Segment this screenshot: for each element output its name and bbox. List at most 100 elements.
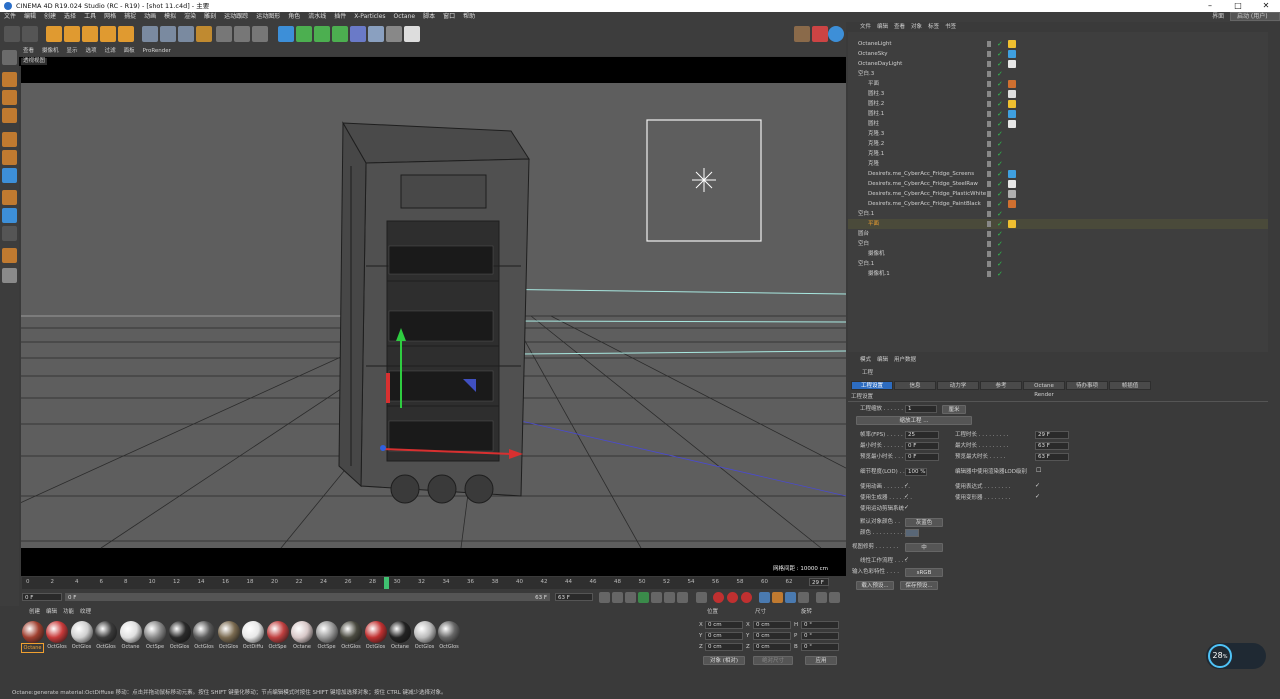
menu-item-20[interactable]: 帮助 xyxy=(459,12,479,22)
input-color-dropdown[interactable]: sRGB xyxy=(905,568,943,577)
pos-input[interactable]: 0 cm xyxy=(705,643,743,651)
menu-item-8[interactable]: 模拟 xyxy=(160,12,180,22)
rot-input[interactable]: 0 ° xyxy=(801,632,839,640)
material-item[interactable]: OctGlos xyxy=(438,621,461,651)
visibility-toggle[interactable] xyxy=(987,221,991,227)
object-row[interactable]: OctaneLight ✓ xyxy=(848,39,1268,49)
material-item[interactable]: OctGlos xyxy=(46,621,69,651)
visibility-toggle[interactable] xyxy=(987,111,991,117)
object-row[interactable]: Desirefx.me_CyberAcc_Fridge_Screens ✓ xyxy=(848,169,1268,179)
texture-mode-icon[interactable] xyxy=(2,90,17,105)
max-time-input[interactable]: 63 F xyxy=(1035,442,1069,450)
key-param-icon[interactable] xyxy=(798,592,809,603)
scale-input[interactable]: 1 xyxy=(905,405,937,413)
select-tool-icon[interactable] xyxy=(46,26,62,42)
record-icon[interactable] xyxy=(713,592,724,603)
sculpt-icon[interactable] xyxy=(2,248,17,263)
use-expressions-checkbox[interactable]: ✓ xyxy=(1035,482,1040,489)
y-axis-icon[interactable] xyxy=(160,26,176,42)
object-row[interactable]: Desirefx.me_CyberAcc_Fridge_PaintBlack ✓ xyxy=(848,199,1268,209)
object-row[interactable]: 克隆 ✓ xyxy=(848,159,1268,169)
attribute-menu-2[interactable]: 用户数据 xyxy=(894,357,916,363)
enable-check[interactable]: ✓ xyxy=(997,229,1003,239)
enable-check[interactable]: ✓ xyxy=(997,259,1003,269)
menu-item-3[interactable]: 选择 xyxy=(60,12,80,22)
material-item[interactable]: OctGlos xyxy=(364,621,387,651)
enable-check[interactable]: ✓ xyxy=(997,219,1003,229)
visibility-toggle[interactable] xyxy=(987,231,991,237)
object-tag-icon[interactable] xyxy=(1008,100,1016,108)
enable-check[interactable]: ✓ xyxy=(997,99,1003,109)
material-item[interactable]: OctDiffu xyxy=(242,621,265,651)
material-menu-0[interactable]: 创建 xyxy=(29,609,40,615)
visibility-toggle[interactable] xyxy=(987,181,991,187)
start-frame-field[interactable]: 0 F xyxy=(22,593,62,601)
redo-icon[interactable] xyxy=(22,26,38,42)
material-item[interactable]: Octane xyxy=(119,621,142,651)
menu-item-1[interactable]: 编辑 xyxy=(20,12,40,22)
keyframe-selection-icon[interactable] xyxy=(741,592,752,603)
workplane-icon[interactable] xyxy=(2,108,17,123)
object-row[interactable]: 圆台 ✓ xyxy=(848,229,1268,239)
edges-mode-icon[interactable] xyxy=(2,150,17,165)
minimize-icon[interactable]: – xyxy=(1196,0,1224,12)
use-deformers-checkbox[interactable]: ✓ xyxy=(1035,493,1040,500)
next-frame-icon[interactable] xyxy=(651,592,662,603)
light-icon[interactable] xyxy=(404,26,420,42)
visibility-toggle[interactable] xyxy=(987,241,991,247)
menu-item-0[interactable]: 文件 xyxy=(0,12,20,22)
pos-input[interactable]: 0 cm xyxy=(705,621,743,629)
visibility-toggle[interactable] xyxy=(987,81,991,87)
menu-item-11[interactable]: 运动跟踪 xyxy=(220,12,252,22)
scale-unit-dropdown[interactable]: 厘米 xyxy=(942,405,966,414)
points-mode-icon[interactable] xyxy=(2,132,17,147)
tweak-icon[interactable] xyxy=(2,208,17,223)
object-row[interactable]: 摄像机.1 ✓ xyxy=(848,269,1268,279)
object-tag-icon[interactable] xyxy=(1008,110,1016,118)
pen-icon[interactable] xyxy=(296,26,312,42)
visibility-toggle[interactable] xyxy=(987,151,991,157)
material-item[interactable]: Octane xyxy=(389,621,412,651)
viewport-menu-3[interactable]: 选项 xyxy=(82,48,101,54)
object-tag-icon[interactable] xyxy=(1008,80,1016,88)
attribute-menu-1[interactable]: 编辑 xyxy=(877,357,888,363)
viewport-menu-5[interactable]: 面板 xyxy=(120,48,139,54)
default-color-dropdown[interactable]: 灰蓝色 xyxy=(905,518,943,527)
prev-frame-icon[interactable] xyxy=(625,592,636,603)
min-time-input[interactable]: 0 F xyxy=(905,442,939,450)
object-row[interactable]: 摄像机 ✓ xyxy=(848,249,1268,259)
material-menu-2[interactable]: 功能 xyxy=(63,609,74,615)
timeline-ruler[interactable]: 0 2 4 6 8 10 12 14 16 18 20 22 24 26 28 30 32 34 36 38 40 42 4… xyxy=(22,577,828,589)
maximize-icon[interactable]: □ xyxy=(1224,0,1252,12)
scale-tool-icon[interactable] xyxy=(82,26,98,42)
viewport-menu-0[interactable]: 查看 xyxy=(19,48,38,54)
menu-item-14[interactable]: 流水线 xyxy=(304,12,330,22)
key-position-icon[interactable] xyxy=(759,592,770,603)
enable-check[interactable]: ✓ xyxy=(997,169,1003,179)
object-menu-0[interactable]: 文件 xyxy=(860,24,871,30)
attribute-tab-0[interactable]: 工程设置 xyxy=(851,381,893,390)
object-tag-icon[interactable] xyxy=(1008,50,1016,58)
object-row[interactable]: Desirefx.me_CyberAcc_Fridge_PlasticWhite… xyxy=(848,189,1268,199)
enable-check[interactable]: ✓ xyxy=(997,159,1003,169)
object-menu-1[interactable]: 编辑 xyxy=(877,24,888,30)
visibility-toggle[interactable] xyxy=(987,191,991,197)
material-item[interactable]: OctGlos xyxy=(95,621,118,651)
material-item[interactable]: OctSpe xyxy=(266,621,289,651)
fps-input[interactable]: 25 xyxy=(905,431,939,439)
viewport-rotate-icon[interactable] xyxy=(828,26,844,42)
deformer-icon[interactable] xyxy=(350,26,366,42)
material-menu-1[interactable]: 编辑 xyxy=(46,609,57,615)
attribute-menu-0[interactable]: 模式 xyxy=(860,357,871,363)
material-item[interactable]: OctSpe xyxy=(144,621,167,651)
enable-check[interactable]: ✓ xyxy=(997,239,1003,249)
size-input[interactable]: 0 cm xyxy=(753,621,791,629)
enable-check[interactable]: ✓ xyxy=(997,119,1003,129)
object-row[interactable]: 克隆.1 ✓ xyxy=(848,149,1268,159)
x-axis-icon[interactable] xyxy=(142,26,158,42)
viewport-menu-1[interactable]: 摄像机 xyxy=(38,48,63,54)
key-scale-icon[interactable] xyxy=(772,592,783,603)
polygons-mode-icon[interactable] xyxy=(2,168,17,183)
render-lod-checkbox[interactable]: ☐ xyxy=(1036,467,1041,474)
transform-tool-icon[interactable] xyxy=(118,26,134,42)
